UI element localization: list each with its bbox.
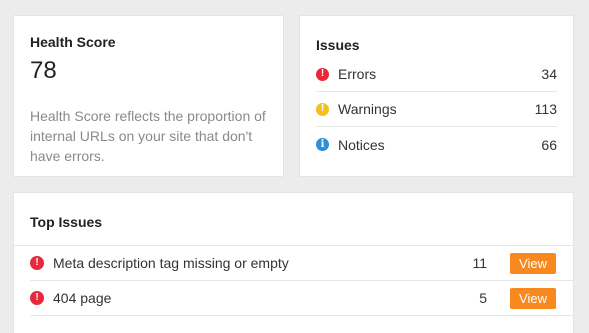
issue-row-errors[interactable]: ! Errors 34 [316,57,557,92]
issues-title: Issues [316,37,360,53]
issue-label: Warnings [338,101,397,117]
view-button[interactable]: View [510,287,556,309]
issue-row-warnings[interactable]: ! Warnings 113 [316,92,557,127]
table-row: ! Meta description tag missing or empty … [30,246,573,281]
top-issue-count: 11 [472,255,487,271]
health-score-card: Health Score 78 Health Score reflects th… [14,16,283,176]
top-issues-title: Top Issues [14,193,573,246]
top-issue-label: 404 page [53,290,112,306]
top-issue-count: 5 [479,290,487,306]
health-score-description: Health Score reflects the proportion of … [30,108,266,164]
health-score-value: 78 [30,57,57,84]
issue-count: 34 [541,66,557,82]
issue-count: 113 [534,101,557,117]
issue-row-notices[interactable]: i Notices 66 [316,127,557,162]
top-issue-label: Meta description tag missing or empty [53,255,289,271]
issues-card: Issues ! Errors 34 ! Warnings 113 i Noti… [300,16,573,176]
issue-label: Notices [338,136,385,153]
error-icon: ! [30,256,44,270]
error-icon: ! [316,67,329,81]
view-button[interactable]: View [510,252,556,274]
error-icon: ! [30,291,44,305]
info-icon: i [316,138,329,151]
issue-label: Errors [338,66,377,82]
top-issues-card: Top Issues ! Meta description tag missin… [14,193,573,333]
table-row: ! 404 page 5 View [30,281,573,316]
health-score-title: Health Score [30,34,116,50]
warning-icon: ! [316,102,329,116]
issue-count: 66 [541,136,557,153]
